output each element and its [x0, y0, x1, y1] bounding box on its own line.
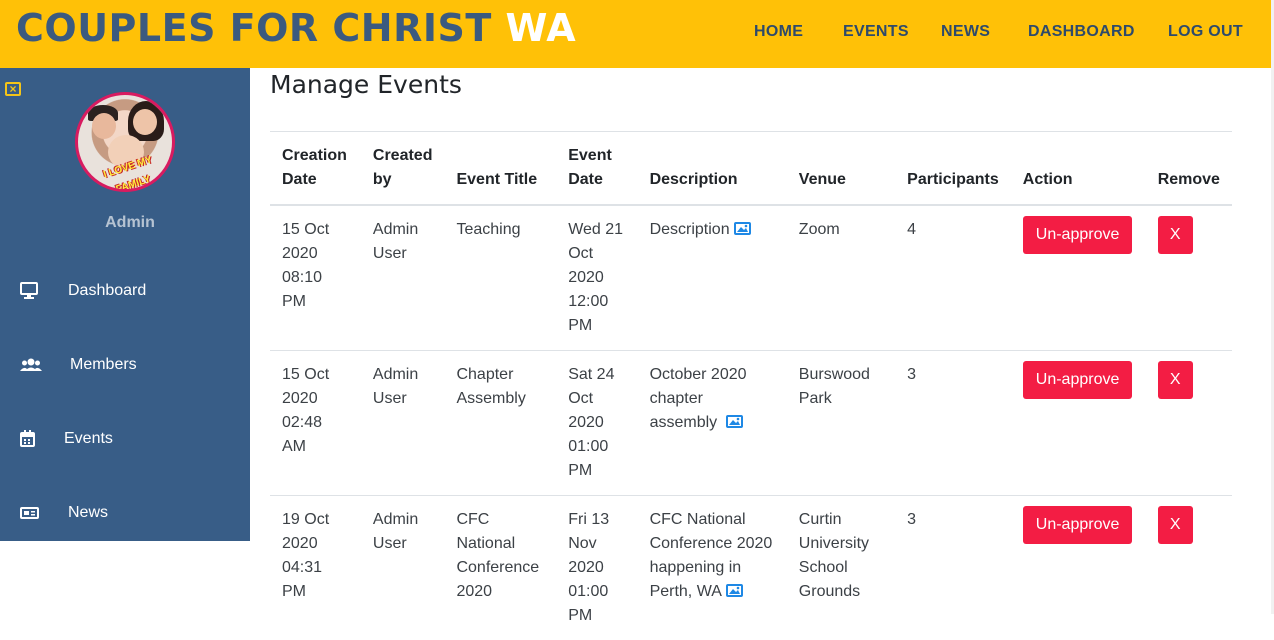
participants-cell: 3: [895, 351, 1011, 496]
nav-logout-link[interactable]: LOG OUT: [1168, 23, 1243, 41]
image-icon[interactable]: [726, 412, 743, 425]
action-cell: Un-approve: [1011, 205, 1146, 351]
remove-button[interactable]: X: [1158, 506, 1193, 544]
creation-date-cell: 15 Oct 2020 02:48 AM: [270, 351, 361, 496]
users-icon: [20, 356, 40, 374]
image-icon[interactable]: [734, 219, 751, 232]
description-cell: CFC National Conference 2020 happening i…: [638, 496, 787, 640]
venue-cell: Curtin University School Grounds: [787, 496, 895, 640]
sidebar-item-label: News: [68, 504, 108, 522]
action-cell: Un-approve: [1011, 351, 1146, 496]
participants-cell: 3: [895, 496, 1011, 640]
top-navbar: COUPLES FOR CHRIST WA HOME EVENTS NEWS D…: [0, 0, 1271, 68]
monitor-icon: [20, 282, 40, 300]
page-title: Manage Events: [270, 70, 462, 99]
sidebar-item-label: Dashboard: [68, 282, 146, 300]
created-by-cell: Admin User: [361, 205, 445, 351]
creation-date-cell: 19 Oct 2020 04:31 PM: [270, 496, 361, 640]
sidebar-item-events[interactable]: Events: [0, 418, 250, 458]
remove-cell: X: [1146, 496, 1232, 640]
nav-dashboard-link[interactable]: DASHBOARD: [1028, 23, 1135, 41]
events-table: Creation Date Created by Event Title Eve…: [270, 131, 1232, 640]
description-cell: October 2020 chapter assembly: [638, 351, 787, 496]
event-date-cell: Wed 21 Oct 2020 12:00 PM: [556, 205, 637, 351]
column-header: Venue: [787, 132, 895, 206]
description-text: Description: [650, 221, 730, 238]
event-date-cell: Sat 24 Oct 2020 01:00 PM: [556, 351, 637, 496]
unapprove-button[interactable]: Un-approve: [1023, 361, 1133, 399]
created-by-cell: Admin User: [361, 351, 445, 496]
column-header: Created by: [361, 132, 445, 206]
column-header: Creation Date: [270, 132, 361, 206]
sidebar-item-label: Events: [64, 430, 113, 448]
description-text: CFC National Conference 2020 happening i…: [650, 511, 773, 600]
event-title-cell: CFC National Conference 2020: [444, 496, 556, 640]
nav-home-link[interactable]: HOME: [754, 23, 803, 41]
nav-events-link[interactable]: EVENTS: [843, 23, 909, 41]
column-header: Event Title: [444, 132, 556, 206]
description-cell: Description: [638, 205, 787, 351]
image-icon[interactable]: [726, 581, 743, 594]
user-name-label: Admin: [0, 214, 260, 232]
unapprove-button[interactable]: Un-approve: [1023, 216, 1133, 254]
sidebar-item-dashboard[interactable]: Dashboard: [0, 270, 250, 310]
remove-cell: X: [1146, 351, 1232, 496]
unapprove-button[interactable]: Un-approve: [1023, 506, 1133, 544]
venue-cell: Zoom: [787, 205, 895, 351]
created-by-cell: Admin User: [361, 496, 445, 640]
participants-cell: 4: [895, 205, 1011, 351]
sidebar-item-members[interactable]: Members: [0, 344, 250, 384]
table-row: 15 Oct 2020 08:10 PM Admin User Teaching…: [270, 205, 1232, 351]
remove-button[interactable]: X: [1158, 361, 1193, 399]
table-header-row: Creation Date Created by Event Title Eve…: [270, 132, 1232, 206]
creation-date-cell: 15 Oct 2020 08:10 PM: [270, 205, 361, 351]
sidebar: × I LOVE MY FAMILY Admin Dashboard Membe…: [0, 68, 250, 541]
column-header: Action: [1011, 132, 1146, 206]
calendar-icon: [20, 430, 40, 448]
column-header: Description: [638, 132, 787, 206]
close-icon[interactable]: ×: [5, 82, 21, 96]
action-cell: Un-approve: [1011, 496, 1146, 640]
remove-cell: X: [1146, 205, 1232, 351]
event-title-cell: Teaching: [444, 205, 556, 351]
column-header: Remove: [1146, 132, 1232, 206]
sidebar-item-label: Members: [70, 356, 137, 374]
remove-button[interactable]: X: [1158, 216, 1193, 254]
column-header: Event Date: [556, 132, 637, 206]
avatar: I LOVE MY FAMILY: [75, 92, 175, 192]
venue-cell: Burswood Park: [787, 351, 895, 496]
sidebar-item-news[interactable]: News: [0, 492, 250, 532]
event-date-cell: Fri 13 Nov 2020 01:00 PM: [556, 496, 637, 640]
event-title-cell: Chapter Assembly: [444, 351, 556, 496]
column-header: Participants: [895, 132, 1011, 206]
newspaper-icon: [20, 504, 40, 522]
nav-news-link[interactable]: NEWS: [941, 23, 990, 41]
table-row: 15 Oct 2020 02:48 AM Admin User Chapter …: [270, 351, 1232, 496]
table-row: 19 Oct 2020 04:31 PM Admin User CFC Nati…: [270, 496, 1232, 640]
main-nav: HOME EVENTS NEWS DASHBOARD LOG OUT: [0, 0, 1271, 68]
